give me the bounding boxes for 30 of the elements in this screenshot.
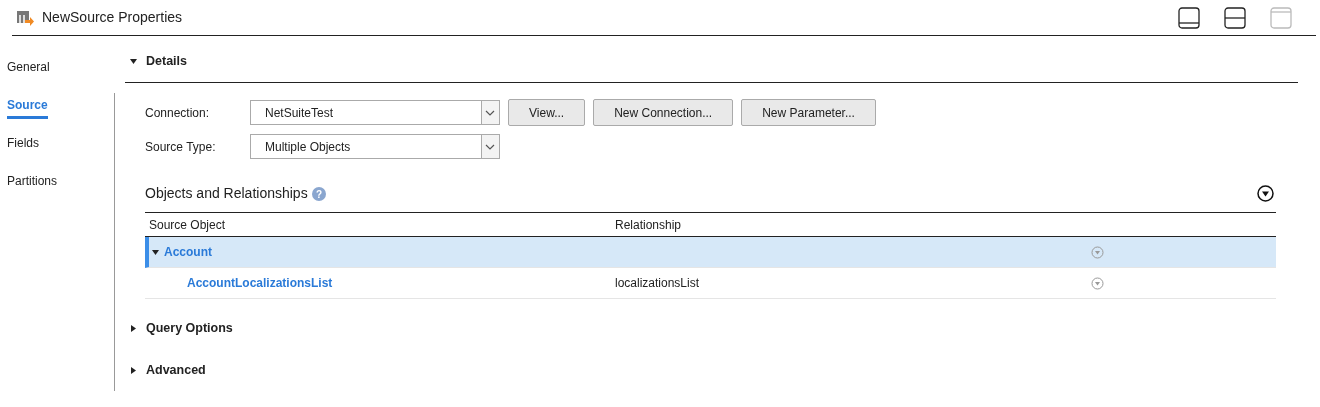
section-title[interactable]: Advanced	[146, 360, 206, 380]
object-link[interactable]: AccountLocalizationsList	[187, 274, 333, 292]
collapsed-arrow-icon[interactable]	[129, 323, 138, 333]
window-title: NewSource Properties	[42, 8, 184, 27]
expanded-arrow-icon[interactable]	[129, 56, 138, 66]
action-button[interactable]: New Parameter...	[741, 99, 876, 126]
sidebar-item[interactable]: Source	[7, 96, 48, 119]
dropdown-field[interactable]: Multiple Objects	[250, 134, 500, 159]
action-button[interactable]: New Connection...	[593, 99, 734, 126]
collapsed-arrow-icon[interactable]	[129, 365, 138, 375]
section-title[interactable]: Query Options	[146, 318, 233, 338]
dropdown-circle-icon[interactable]	[1257, 185, 1274, 202]
relationship-cell: localizationsList	[615, 276, 700, 290]
split-panel-icon[interactable]	[1224, 6, 1246, 29]
bottom-panel-icon[interactable]	[1178, 6, 1200, 29]
sidebar-item[interactable]: General	[7, 58, 50, 78]
dropdown-field[interactable]: NetSuiteTest	[250, 100, 500, 125]
field-label: Connection:	[144, 104, 211, 122]
field-label: Source Type:	[144, 138, 217, 156]
row-menu-icon[interactable]	[1091, 276, 1104, 290]
column-header: Source Object	[148, 216, 227, 234]
sidebar-item[interactable]: Partitions	[7, 172, 58, 192]
sidebar-item[interactable]: Fields	[7, 134, 39, 154]
section-title[interactable]: Details	[146, 51, 187, 71]
action-button[interactable]: View...	[508, 99, 586, 126]
tree-row[interactable]: AccountLocalizationsList localizationsList	[145, 268, 1276, 299]
section-subtitle: Objects and Relationships	[145, 184, 308, 203]
expanded-arrow-icon[interactable]	[151, 247, 160, 257]
table-source-icon	[16, 8, 34, 27]
column-header: Relationship	[615, 216, 682, 234]
